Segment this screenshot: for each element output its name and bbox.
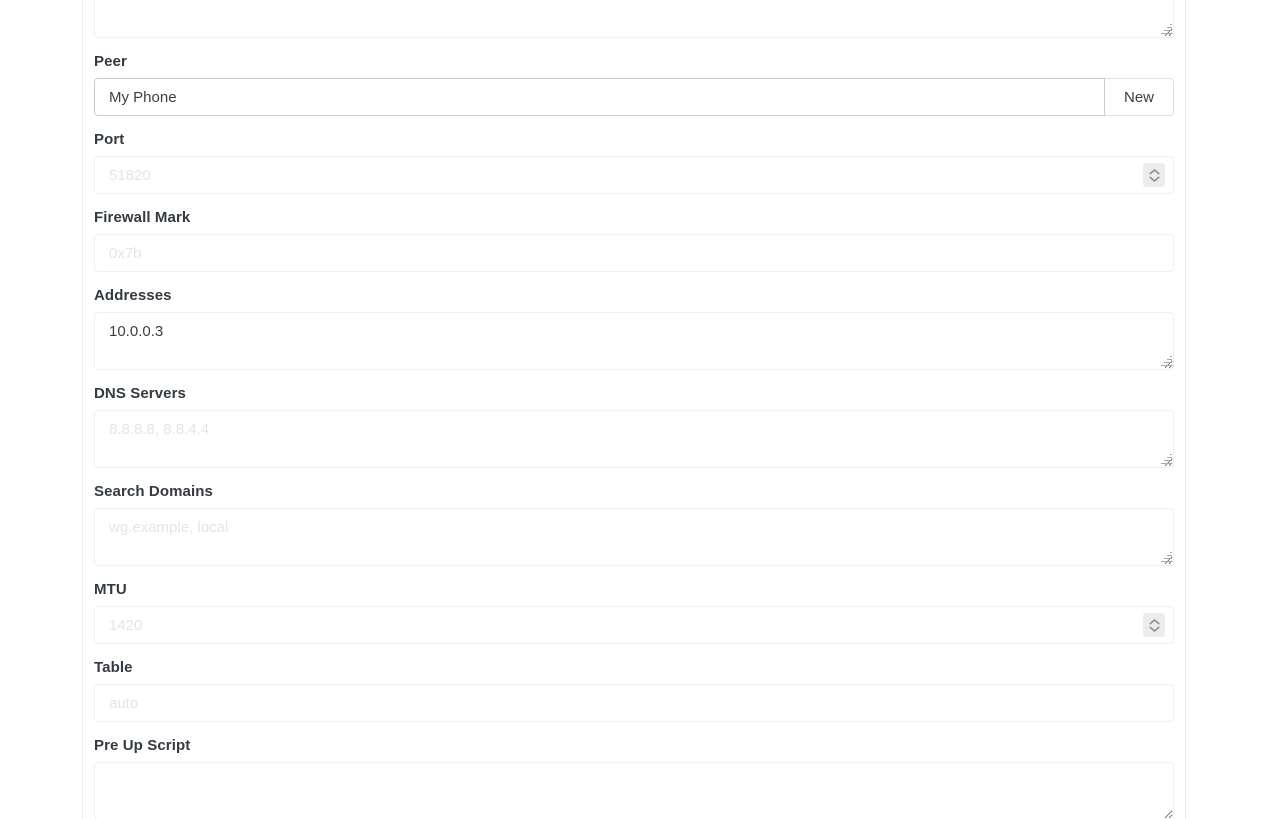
mtu-input[interactable] — [94, 606, 1174, 644]
field-addresses: Addresses — [94, 272, 1174, 370]
chevron-up-icon — [1148, 618, 1160, 624]
chevron-down-icon — [1148, 626, 1160, 632]
peer-input-group: New — [94, 78, 1174, 116]
label-addresses: Addresses — [94, 287, 172, 304]
top-textarea[interactable] — [94, 0, 1174, 38]
label-pre-up-script: Pre Up Script — [94, 737, 191, 754]
label-table: Table — [94, 659, 133, 676]
field-pre-up-script: Pre Up Script — [94, 722, 1174, 819]
label-mtu: MTU — [94, 581, 127, 598]
top-textarea-wrap — [94, 0, 1174, 38]
label-dns-servers: DNS Servers — [94, 385, 186, 402]
field-peer: Peer New — [94, 38, 1174, 116]
label-peer: Peer — [94, 53, 127, 70]
panel-right-border — [1185, 0, 1186, 819]
mtu-stepper[interactable] — [1143, 613, 1165, 637]
mtu-number-wrap — [94, 606, 1174, 644]
page-root: Peer New Port — [0, 0, 1268, 819]
search-domains-textarea[interactable] — [94, 508, 1174, 566]
label-port: Port — [94, 131, 125, 148]
interface-config-form: Peer New Port — [94, 0, 1174, 819]
pre-up-script-textarea-wrap — [94, 762, 1174, 819]
field-firewall-mark: Firewall Mark — [94, 194, 1174, 272]
field-mtu: MTU — [94, 566, 1174, 644]
search-domains-textarea-wrap — [94, 508, 1174, 566]
port-number-wrap — [94, 156, 1174, 194]
peer-input[interactable] — [94, 78, 1105, 116]
panel-left-border — [82, 0, 83, 819]
dns-servers-textarea[interactable] — [94, 410, 1174, 468]
port-input[interactable] — [94, 156, 1174, 194]
field-table: Table — [94, 644, 1174, 722]
label-firewall-mark: Firewall Mark — [94, 209, 191, 226]
addresses-textarea-wrap — [94, 312, 1174, 370]
field-dns-servers: DNS Servers — [94, 370, 1174, 468]
chevron-up-icon — [1148, 168, 1160, 174]
peer-new-button[interactable]: New — [1105, 78, 1174, 116]
firewall-mark-input[interactable] — [94, 234, 1174, 272]
field-search-domains: Search Domains — [94, 468, 1174, 566]
addresses-textarea[interactable] — [94, 312, 1174, 370]
label-search-domains: Search Domains — [94, 483, 213, 500]
table-input[interactable] — [94, 684, 1174, 722]
field-port: Port — [94, 116, 1174, 194]
chevron-down-icon — [1148, 176, 1160, 182]
dns-servers-textarea-wrap — [94, 410, 1174, 468]
port-stepper[interactable] — [1143, 163, 1165, 187]
field-top-textarea — [94, 0, 1174, 38]
pre-up-script-textarea[interactable] — [94, 762, 1174, 819]
